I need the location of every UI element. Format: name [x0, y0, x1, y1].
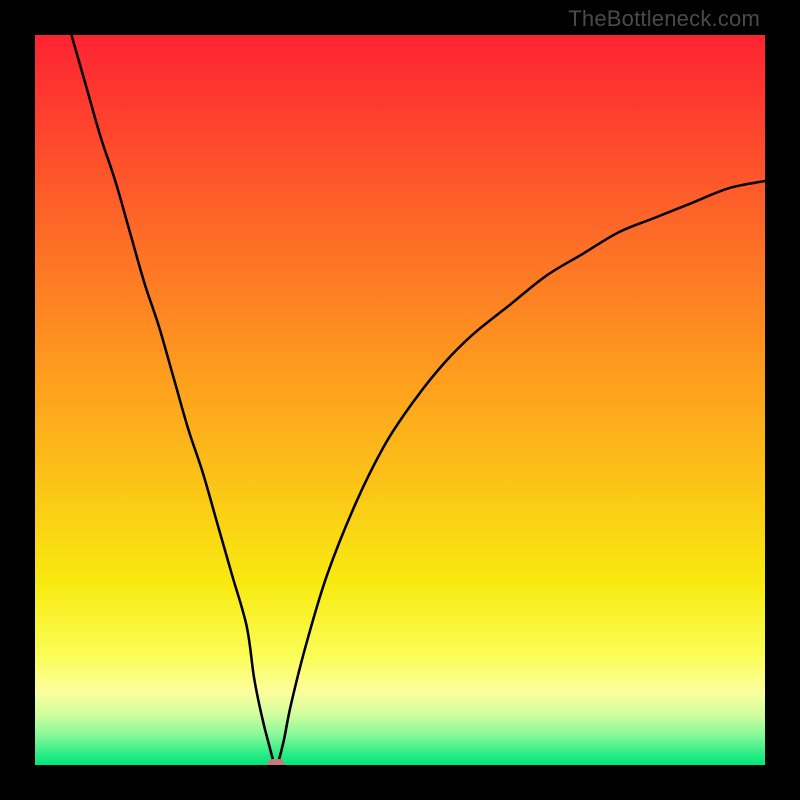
chart-frame: TheBottleneck.com — [0, 0, 800, 800]
watermark-text: TheBottleneck.com — [568, 6, 760, 32]
minimum-marker — [267, 759, 285, 765]
bottleneck-curve — [35, 35, 765, 765]
plot-area — [35, 35, 765, 765]
